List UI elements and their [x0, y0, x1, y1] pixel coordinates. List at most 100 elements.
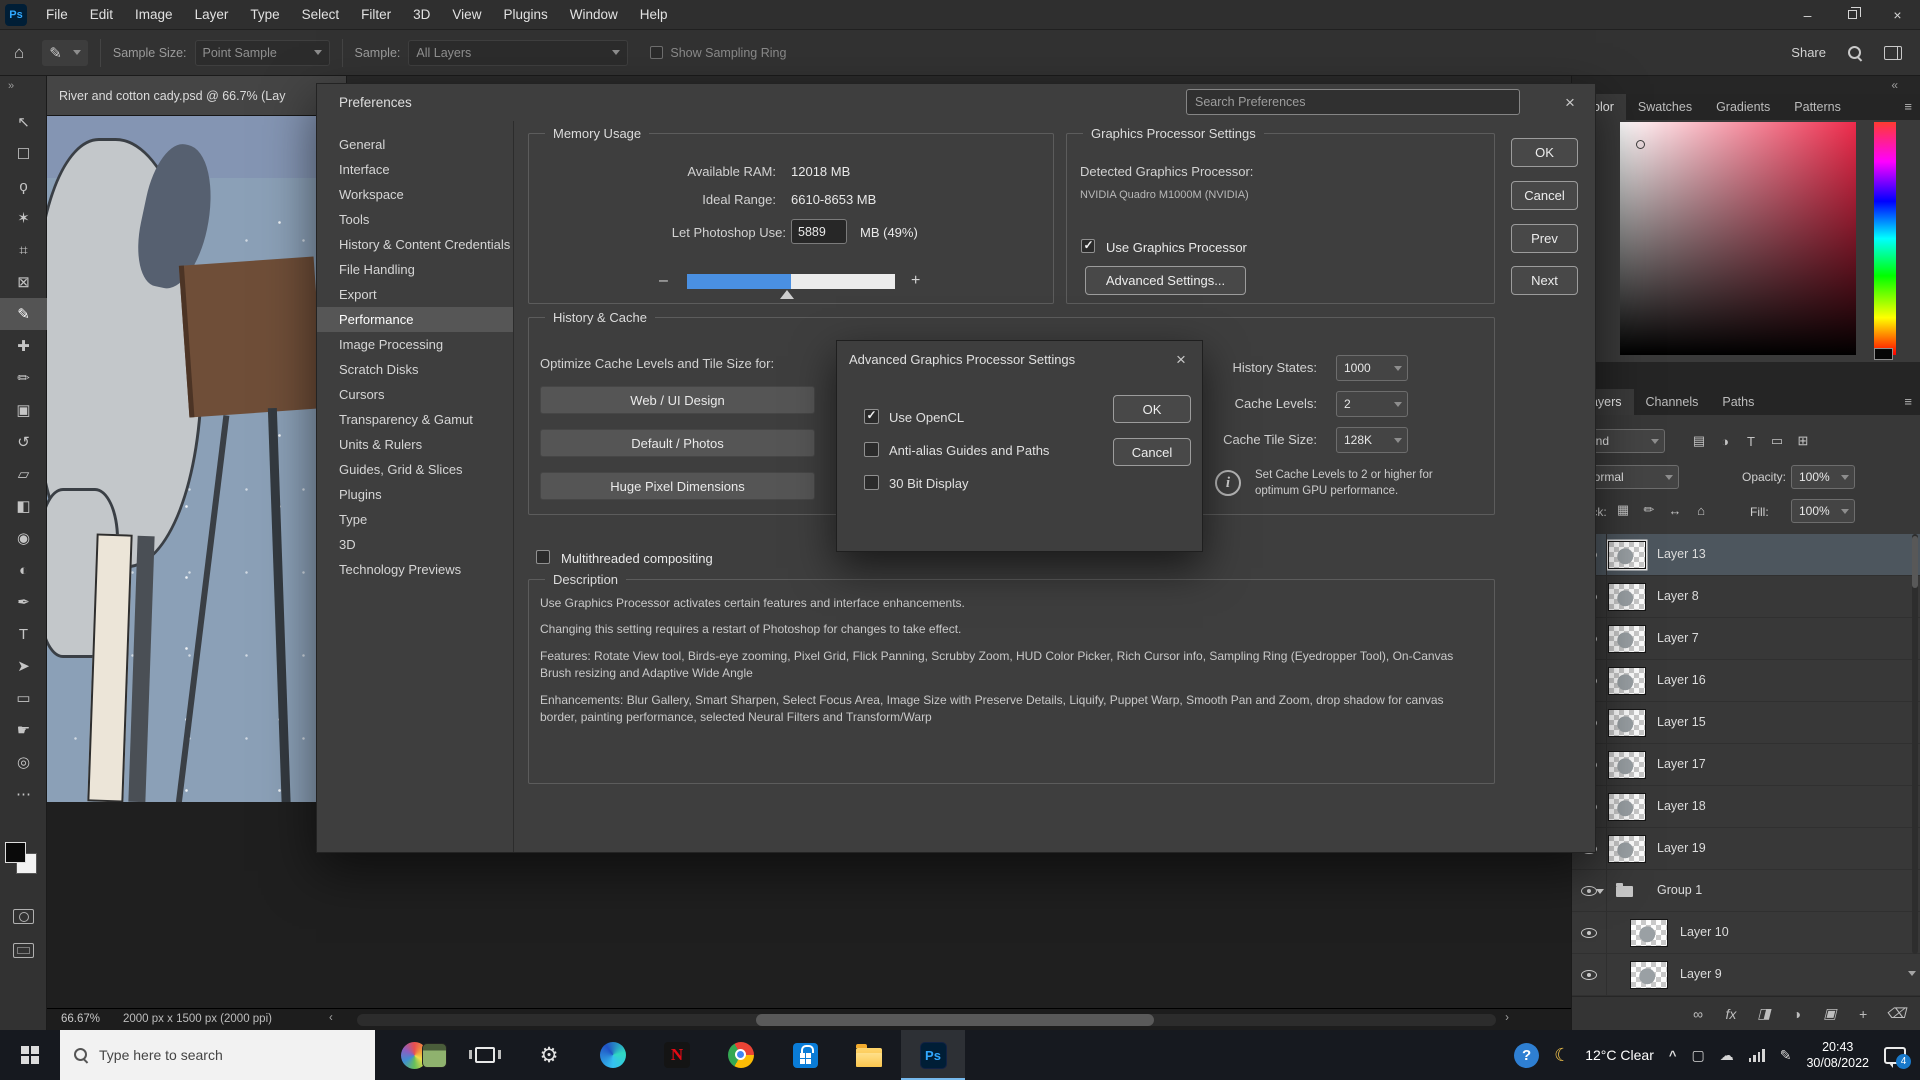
chrome-button[interactable] [709, 1030, 773, 1080]
antialias-guides-checkbox[interactable] [864, 442, 879, 457]
layer-thumbnail[interactable] [1608, 793, 1646, 821]
scrollbar-thumb[interactable] [1912, 536, 1918, 588]
preferences-sidebar-item[interactable]: Guides, Grid & Slices [317, 457, 513, 482]
smart-object-filter-icon[interactable]: ⊞ [1790, 430, 1816, 452]
panel-tab[interactable]: Paths [1710, 389, 1766, 415]
menu-item[interactable]: Select [291, 0, 351, 30]
action-center-icon[interactable]: 4 [1884, 1047, 1906, 1064]
fill-dropdown[interactable]: 100% [1791, 499, 1855, 523]
panel-menu-icon[interactable]: ≡ [1904, 394, 1912, 409]
delete-layer-icon[interactable]: ⌫ [1886, 1004, 1906, 1024]
type-layer-filter-icon[interactable]: T [1738, 430, 1764, 452]
minimize-button[interactable]: – [1785, 0, 1830, 30]
slider-minus[interactable]: – [659, 272, 668, 290]
onedrive-icon[interactable]: ☁ [1720, 1047, 1734, 1064]
horizontal-scrollbar[interactable] [357, 1014, 1496, 1026]
workspace-switcher-icon[interactable] [1884, 46, 1902, 60]
edit-toolbar-tool[interactable]: ⋯ [0, 778, 47, 810]
cache-tile-dropdown[interactable]: 128K [1336, 427, 1408, 453]
brush-tool[interactable]: ✏ [0, 362, 47, 394]
lock-all-icon[interactable]: ⌂ [1688, 499, 1714, 521]
lock-transparency-icon[interactable]: ▦ [1610, 499, 1636, 521]
task-view-button[interactable] [453, 1030, 517, 1080]
ok-button[interactable]: OK [1511, 138, 1578, 167]
spot-healing-tool[interactable]: ✚ [0, 330, 47, 362]
history-brush-tool[interactable]: ↺ [0, 426, 47, 458]
preferences-sidebar-item[interactable]: 3D [317, 532, 513, 557]
opacity-dropdown[interactable]: 100% [1791, 465, 1855, 489]
ok-button[interactable]: OK [1113, 395, 1191, 423]
zoom-tool[interactable]: ◎ [0, 746, 47, 778]
preset-default-photos-button[interactable]: Default / Photos [540, 429, 815, 457]
sample-size-dropdown[interactable]: Point Sample [195, 40, 330, 66]
document-tab[interactable]: River and cotton cady.psd @ 66.7% (Lay [47, 76, 347, 115]
menu-item[interactable]: Window [559, 0, 629, 30]
preferences-sidebar-item[interactable]: Export [317, 282, 513, 307]
screen-mode-button[interactable] [13, 943, 34, 958]
close-button[interactable]: × [1875, 0, 1920, 30]
menu-item[interactable]: View [441, 0, 492, 30]
collapse-panels-icon[interactable]: « [1891, 78, 1898, 92]
quick-selection-tool[interactable]: ✶ [0, 202, 47, 234]
menu-item[interactable]: Type [239, 0, 290, 30]
layers-scrollbar[interactable] [1912, 534, 1918, 954]
taskbar-search[interactable]: Type here to search [60, 1030, 375, 1080]
pixel-layer-filter-icon[interactable]: ▤ [1686, 430, 1712, 452]
home-icon[interactable]: ⌂ [14, 43, 24, 63]
pen-tool[interactable]: ✒ [0, 586, 47, 618]
scroll-down-icon[interactable] [1908, 971, 1916, 976]
slider-thumb[interactable] [780, 290, 794, 299]
layer-thumbnail[interactable] [1608, 625, 1646, 653]
preferences-sidebar-item[interactable]: Cursors [317, 382, 513, 407]
layer-thumbnail[interactable] [1608, 835, 1646, 863]
scrollbar-thumb[interactable] [756, 1014, 1155, 1026]
preferences-sidebar-item[interactable]: Scratch Disks [317, 357, 513, 382]
new-group-icon[interactable]: ▣ [1820, 1004, 1840, 1024]
eraser-tool[interactable]: ▱ [0, 458, 47, 490]
adjustment-layer-icon[interactable]: ◑ [1787, 1004, 1807, 1024]
quick-mask-button[interactable] [13, 909, 34, 924]
edge-button[interactable] [581, 1030, 645, 1080]
ram-slider[interactable] [687, 274, 895, 289]
frame-tool[interactable]: ⊠ [0, 266, 47, 298]
slider-plus[interactable]: + [911, 272, 920, 290]
cache-levels-dropdown[interactable]: 2 [1336, 391, 1408, 417]
layer-row[interactable]: Layer 18 [1572, 786, 1920, 828]
layer-thumbnail[interactable] [1608, 709, 1646, 737]
paint-app-button[interactable] [389, 1030, 453, 1080]
layer-row[interactable]: Layer 15 [1572, 702, 1920, 744]
current-color-chip[interactable] [1874, 348, 1893, 360]
layer-thumbnail[interactable] [1630, 919, 1668, 947]
cancel-button[interactable]: Cancel [1113, 438, 1191, 466]
layer-thumbnail[interactable] [1608, 583, 1646, 611]
foreground-color-swatch[interactable] [5, 842, 26, 863]
cancel-button[interactable]: Cancel [1511, 181, 1578, 210]
crop-tool[interactable]: ⌗ [0, 234, 47, 266]
rectangular-marquee-tool[interactable]: ☐ [0, 138, 47, 170]
clone-stamp-tool[interactable]: ▣ [0, 394, 47, 426]
clock[interactable]: 20:43 30/08/2022 [1806, 1039, 1869, 1071]
layer-row[interactable]: Layer 8 [1572, 576, 1920, 618]
panel-menu-icon[interactable]: ≡ [1904, 99, 1912, 114]
menu-item[interactable]: File [35, 0, 79, 30]
menu-item[interactable]: Help [629, 0, 679, 30]
type-tool[interactable]: T [0, 618, 47, 650]
photoshop-button[interactable]: Ps [901, 1030, 965, 1080]
zoom-level[interactable]: 66.67% [61, 1013, 100, 1025]
layer-thumbnail[interactable] [1608, 541, 1646, 569]
preset-web-ui-button[interactable]: Web / UI Design [540, 386, 815, 414]
new-layer-icon[interactable]: + [1853, 1004, 1873, 1024]
network-icon[interactable] [1749, 1049, 1765, 1062]
menu-item[interactable]: Image [124, 0, 184, 30]
preferences-sidebar-item[interactable]: Units & Rulers [317, 432, 513, 457]
expand-toolbar-icon[interactable]: » [8, 80, 14, 92]
preferences-sidebar-item[interactable]: Interface [317, 157, 513, 182]
menu-item[interactable]: 3D [402, 0, 441, 30]
layer-row[interactable]: Layer 9 [1572, 954, 1920, 996]
ram-amount-input[interactable] [791, 219, 847, 244]
rectangle-tool[interactable]: ▭ [0, 682, 47, 714]
eyedropper-tool[interactable]: ✎ [0, 298, 47, 330]
history-states-dropdown[interactable]: 1000 [1336, 355, 1408, 381]
layer-mask-icon[interactable]: ◨ [1754, 1004, 1774, 1024]
menu-item[interactable]: Edit [79, 0, 124, 30]
